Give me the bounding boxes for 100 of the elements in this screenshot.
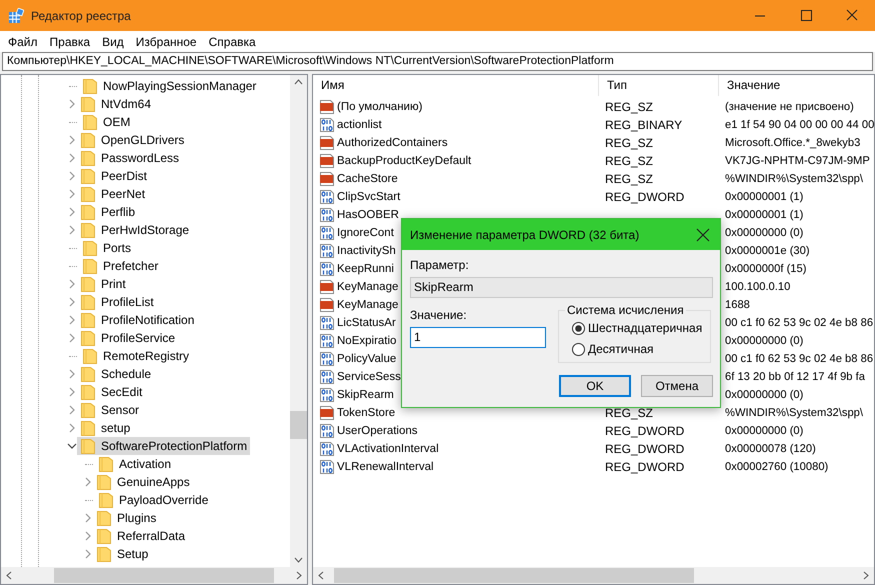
tree-item[interactable]: OEM <box>79 113 134 131</box>
chevron-right-icon[interactable] <box>67 405 77 415</box>
scroll-thumb[interactable] <box>290 411 307 439</box>
address-field[interactable]: Компьютер\HKEY_LOCAL_MACHINE\SOFTWARE\Microsoft\Windows NT\CurrentVersion\SoftwareProtectionPlatform <box>2 52 873 71</box>
value-field[interactable]: 1 <box>410 327 546 348</box>
horizontal-scrollbar[interactable] <box>1 567 307 584</box>
chevron-right-icon[interactable] <box>67 135 77 145</box>
cancel-button[interactable]: Отмена <box>641 375 713 397</box>
value-data: 00 c1 f0 62 53 9c 02 4e b8 86 <box>725 353 874 365</box>
tree-item[interactable]: PasswordLess <box>77 149 182 167</box>
column-header[interactable]: Значение <box>719 75 874 96</box>
value-name[interactable]: LicStatusAr <box>337 317 396 329</box>
value-name[interactable]: PolicyValue <box>337 353 396 365</box>
tree-item[interactable]: Print <box>77 275 129 293</box>
tree-item[interactable]: ProfileNotification <box>77 311 198 329</box>
chevron-right-icon[interactable] <box>67 189 77 199</box>
scroll-thumb[interactable] <box>54 568 274 583</box>
tree-item[interactable]: NtVdm64 <box>77 95 154 113</box>
tree-item[interactable]: ProfileService <box>77 329 178 347</box>
chevron-right-icon[interactable] <box>67 99 77 109</box>
folder-icon <box>81 222 95 238</box>
tree-item[interactable]: Prefetcher <box>79 257 162 275</box>
chevron-right-icon[interactable] <box>67 315 77 325</box>
radio-button[interactable] <box>572 342 585 356</box>
close-icon[interactable] <box>696 228 710 242</box>
field-label: Значение: <box>410 308 468 322</box>
tree-item[interactable]: SecEdit <box>77 383 146 401</box>
value-name[interactable]: ClipSvcStart <box>337 191 400 203</box>
tree-item[interactable]: Perflib <box>77 203 138 221</box>
value-name[interactable]: HasOOBER <box>337 209 399 221</box>
tree-item[interactable]: PeerDist <box>77 167 150 185</box>
value-data: 0x00000078 (120) <box>725 443 816 455</box>
tree-item[interactable]: PayloadOverride <box>95 491 212 509</box>
value-name[interactable]: SkipRearm <box>337 389 394 401</box>
value-name[interactable]: VLActivationInterval <box>337 443 439 455</box>
value-type: REG_SZ <box>605 154 654 168</box>
tree-item[interactable]: SoftwareProtectionPlatform <box>77 437 250 455</box>
tree-item[interactable]: ProfileList <box>77 293 157 311</box>
value-name[interactable]: actionlist <box>337 119 382 131</box>
tree-item[interactable]: PeerNet <box>77 185 148 203</box>
chevron-right-icon[interactable] <box>67 333 77 343</box>
menu-item[interactable]: Файл <box>2 34 44 48</box>
chevron-right-icon[interactable] <box>67 153 77 163</box>
value-name[interactable]: KeyManage <box>337 299 398 311</box>
tree-item[interactable]: GenuineApps <box>93 473 193 491</box>
radio-label[interactable]: Десятичная <box>588 342 654 356</box>
value-name[interactable]: VLRenewalInterval <box>337 461 434 473</box>
value-name[interactable]: IgnoreCont <box>337 227 394 239</box>
chevron-right-icon[interactable] <box>67 297 77 307</box>
folder-icon <box>99 456 113 472</box>
scroll-thumb[interactable] <box>334 568 694 583</box>
tree-item[interactable]: PerHwIdStorage <box>77 221 192 239</box>
value-name[interactable]: BackupProductKeyDefault <box>337 155 472 167</box>
chevron-right-icon[interactable] <box>83 549 93 559</box>
tree-item[interactable]: Plugins <box>93 509 160 527</box>
chevron-right-icon[interactable] <box>67 225 77 235</box>
chevron-right-icon[interactable] <box>83 513 93 523</box>
radio-label[interactable]: Шестнадцатеричная <box>588 321 702 335</box>
menu-item[interactable]: Избранное <box>130 34 203 48</box>
column-header[interactable]: Имя <box>313 75 599 96</box>
chevron-right-icon[interactable] <box>67 171 77 181</box>
tree-item[interactable]: ReferralData <box>93 527 188 545</box>
chevron-right-icon[interactable] <box>67 279 77 289</box>
chevron-right-icon[interactable] <box>67 387 77 397</box>
value-name[interactable]: KeyManage <box>337 281 398 293</box>
tree-item[interactable]: setup <box>77 419 134 437</box>
value-name[interactable]: InactivitySh <box>337 245 396 257</box>
vertical-scrollbar[interactable] <box>290 75 307 567</box>
value-name[interactable]: ServiceSess <box>337 371 401 383</box>
value-name[interactable]: TokenStore <box>337 407 396 419</box>
value-data: e1 1f 54 90 04 00 00 00 44 00 <box>725 119 874 131</box>
value-name[interactable]: UserOperations <box>337 425 418 437</box>
tree-item[interactable]: Setup <box>93 545 152 563</box>
tree-item[interactable]: Ports <box>79 239 134 257</box>
folder-icon <box>83 348 97 364</box>
value-type: REG_DWORD <box>605 460 684 474</box>
value-name[interactable]: (По умолчанию) <box>337 101 422 113</box>
value-name[interactable]: NoExpiratio <box>337 335 396 347</box>
chevron-down-icon[interactable] <box>67 441 77 451</box>
tree-item[interactable]: RemoteRegistry <box>79 347 192 365</box>
tree-item[interactable]: OpenGLDrivers <box>77 131 188 149</box>
tree-item[interactable]: Schedule <box>77 365 154 383</box>
value-name[interactable]: KeepRunni <box>337 263 394 275</box>
value-name[interactable]: CacheStore <box>337 173 398 185</box>
chevron-right-icon[interactable] <box>83 531 93 541</box>
column-header[interactable]: Тип <box>599 75 719 96</box>
tree-item[interactable]: Activation <box>95 455 174 473</box>
chevron-right-icon[interactable] <box>67 369 77 379</box>
horizontal-scrollbar[interactable] <box>313 567 874 584</box>
ok-button[interactable]: OK <box>559 375 631 397</box>
tree-item[interactable]: Sensor <box>77 401 142 419</box>
tree-item[interactable]: NowPlayingSessionManager <box>79 77 260 95</box>
radio-button[interactable] <box>572 322 585 334</box>
menu-item[interactable]: Правка <box>44 34 96 48</box>
menu-item[interactable]: Справка <box>202 34 262 48</box>
chevron-right-icon[interactable] <box>67 207 77 217</box>
chevron-right-icon[interactable] <box>83 477 93 487</box>
chevron-right-icon[interactable] <box>67 423 77 433</box>
menu-item[interactable]: Вид <box>96 34 130 48</box>
value-name[interactable]: AuthorizedContainers <box>337 137 448 149</box>
